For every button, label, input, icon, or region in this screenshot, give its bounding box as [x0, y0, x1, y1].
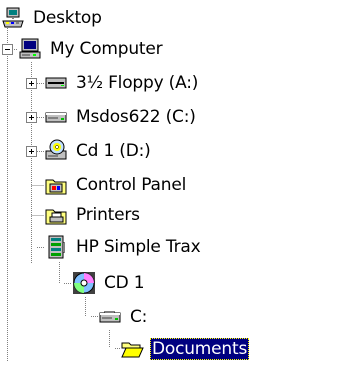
cd-drive-expand-toggle[interactable]	[26, 146, 37, 157]
cd-disc-icon	[72, 271, 96, 295]
tree-item-label: Desktop	[33, 8, 102, 28]
desktop-icon	[1, 6, 25, 30]
cd-drive-icon	[44, 139, 68, 163]
open-folder-icon	[120, 337, 144, 361]
my-computer-collapse-toggle[interactable]	[2, 44, 13, 55]
control-panel-icon	[44, 173, 68, 197]
hp-simple-trax-icon	[44, 235, 68, 259]
tree-item-label-selected: Documents	[150, 338, 250, 360]
tree-item-floppy[interactable]: 3½ Floppy (A:)	[44, 68, 200, 98]
tree-item-label: Control Panel	[76, 175, 187, 195]
tree-item-label: C:	[130, 307, 148, 327]
printers-folder-icon	[44, 203, 68, 227]
tree-item-cd1[interactable]: CD 1	[72, 268, 146, 298]
floppy-drive-icon	[44, 71, 68, 95]
tree-item-label: Printers	[76, 205, 140, 225]
tree-item-control-panel[interactable]: Control Panel	[44, 170, 188, 200]
tree-item-label: 3½ Floppy (A:)	[76, 73, 199, 93]
tree-item-label: HP Simple Trax	[76, 237, 201, 257]
folder-tree: Desktop My Computer 3½ Floppy (A:) Msdos…	[0, 0, 349, 362]
tree-item-hp-simple-trax[interactable]: HP Simple Trax	[44, 232, 202, 262]
tree-item-desktop[interactable]: Desktop	[1, 3, 104, 33]
tree-item-cd-drive[interactable]: Cd 1 (D:)	[44, 136, 153, 166]
tree-item-documents[interactable]: Documents	[120, 334, 250, 364]
tree-item-label: Msdos622 (C:)	[76, 107, 196, 127]
my-computer-icon	[18, 37, 42, 61]
tree-item-printers[interactable]: Printers	[44, 200, 142, 230]
tree-item-label: My Computer	[50, 39, 163, 59]
floppy-expand-toggle[interactable]	[26, 78, 37, 89]
tree-item-c-drive[interactable]: C:	[98, 302, 149, 332]
tree-item-msdos622[interactable]: Msdos622 (C:)	[44, 102, 198, 132]
msdos622-expand-toggle[interactable]	[26, 112, 37, 123]
hard-drive-icon	[98, 305, 122, 329]
tree-item-label: Cd 1 (D:)	[76, 141, 151, 161]
hard-drive-icon	[44, 105, 68, 129]
tree-item-label: CD 1	[104, 273, 145, 293]
tree-item-my-computer[interactable]: My Computer	[18, 34, 164, 64]
